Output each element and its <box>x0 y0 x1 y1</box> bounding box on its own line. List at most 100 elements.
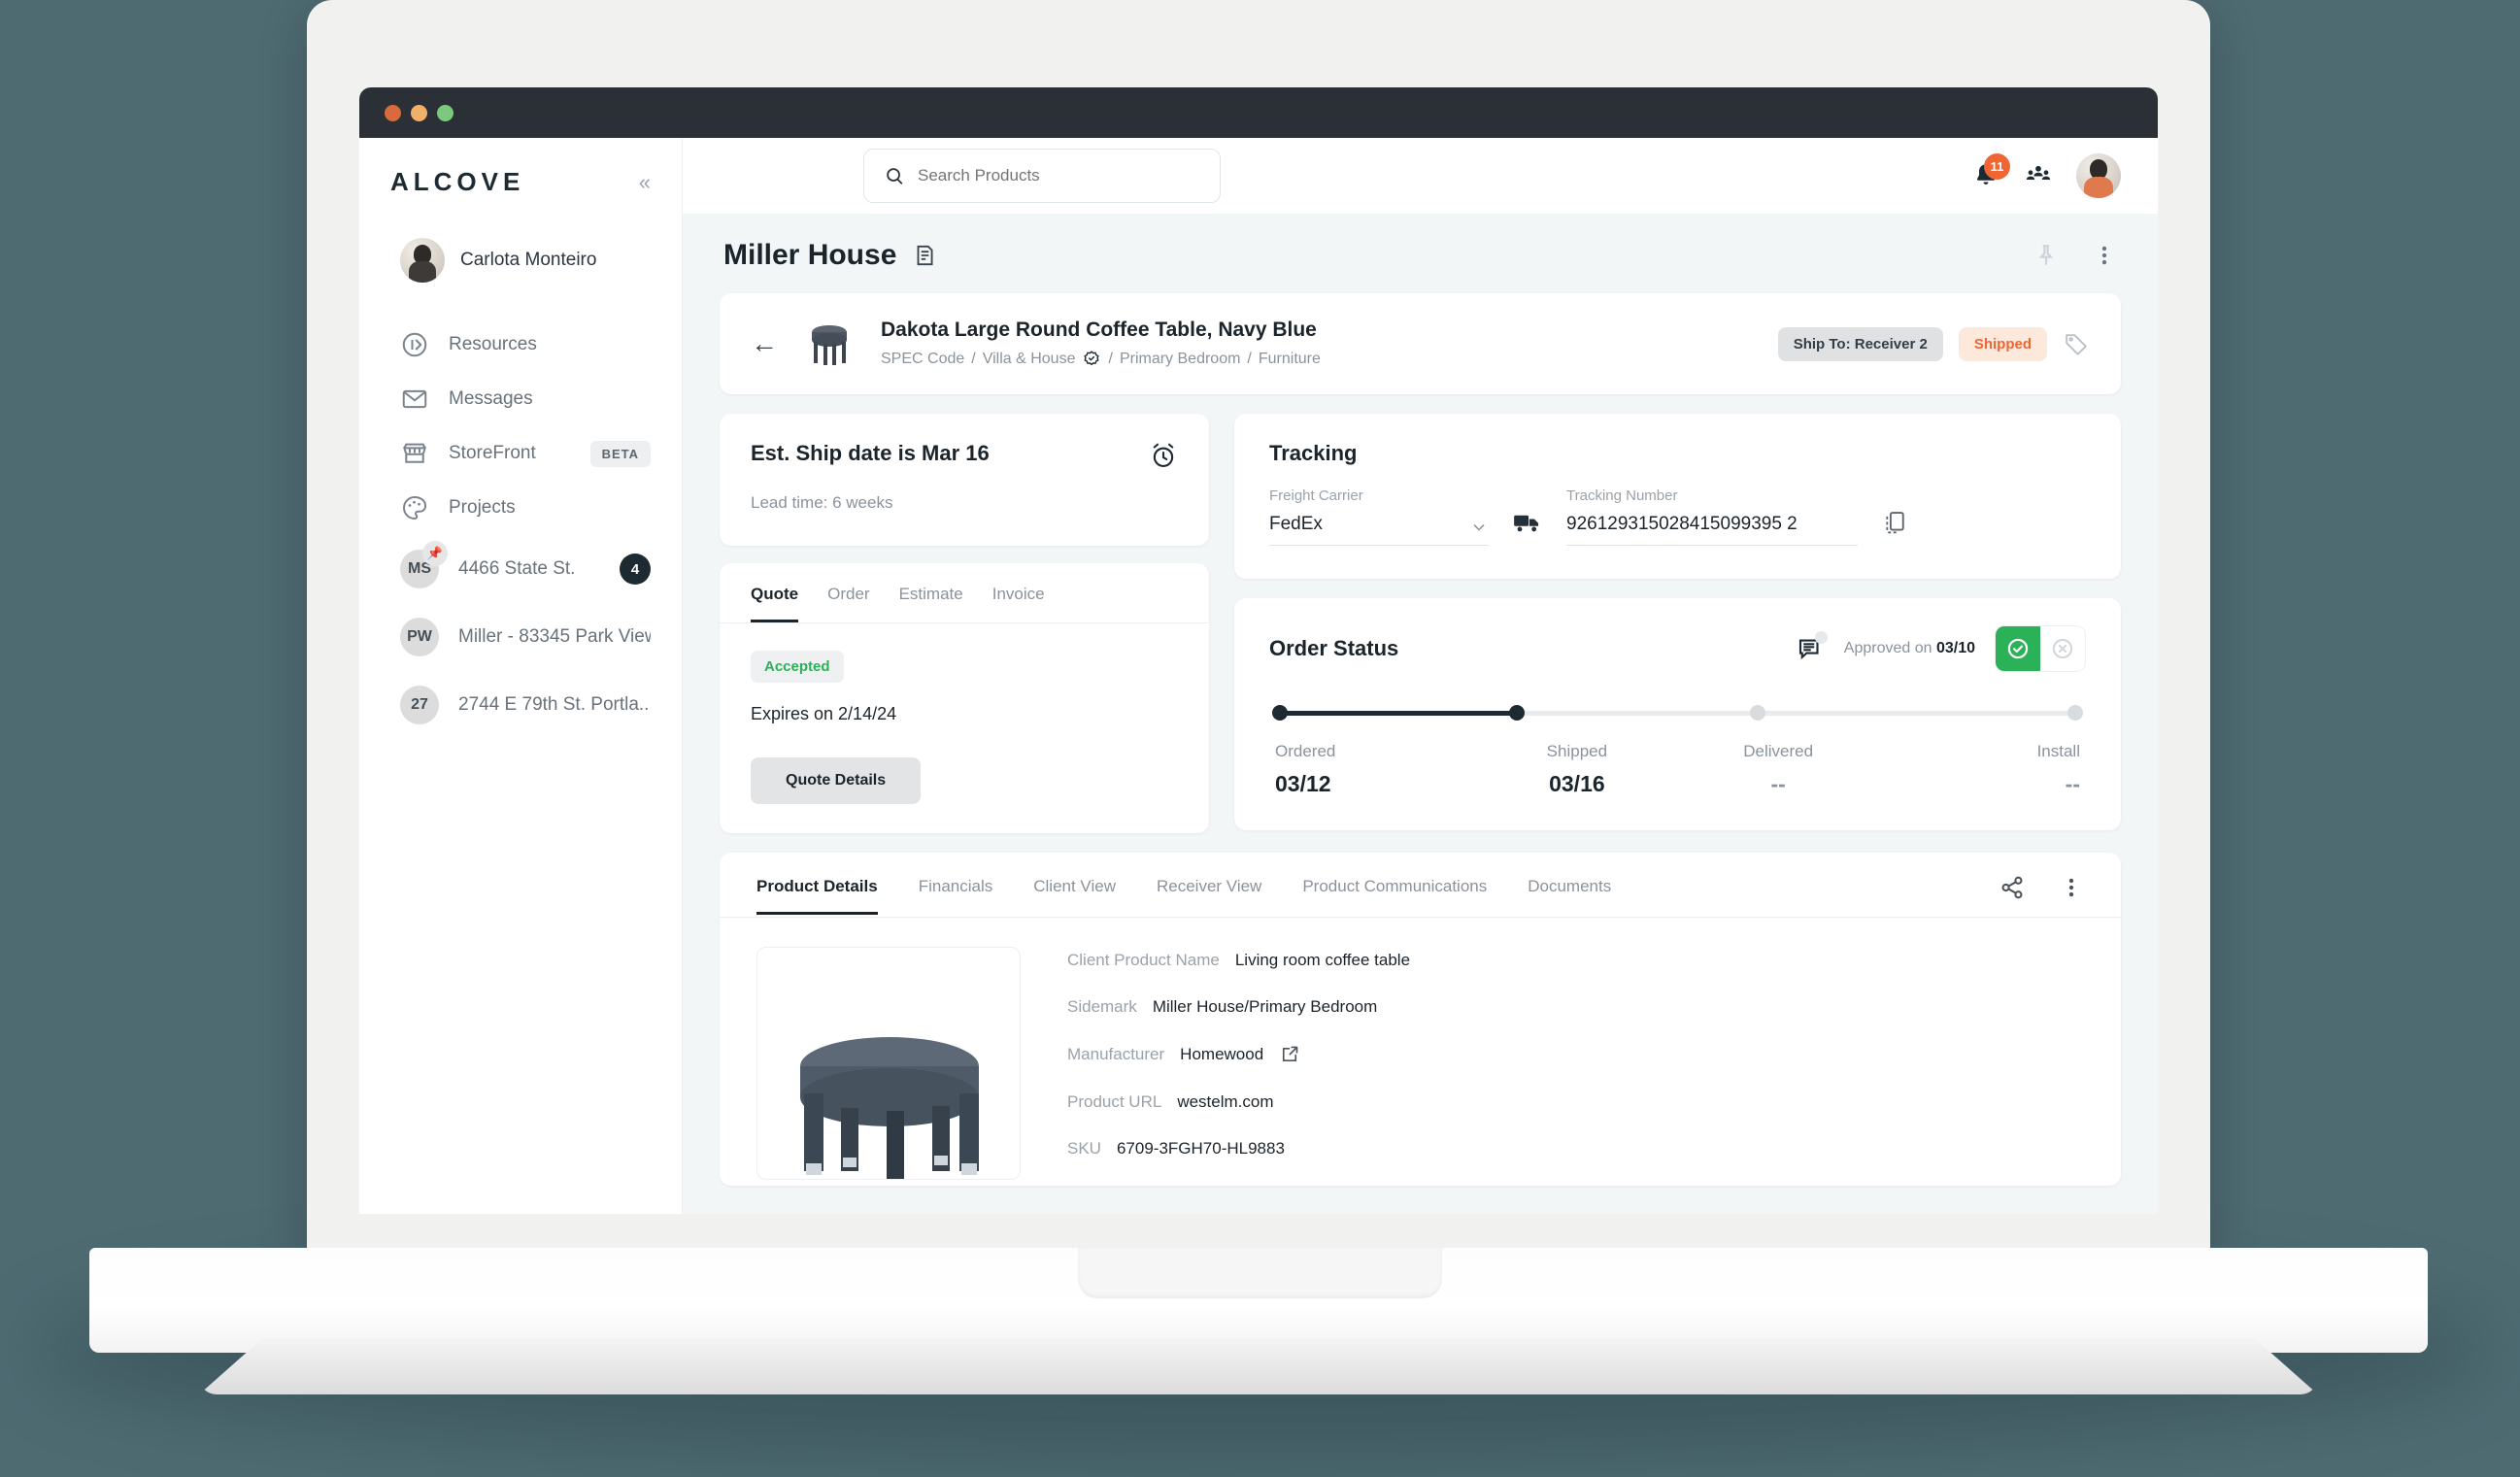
sidebar-project-label: 4466 State St. <box>458 558 600 580</box>
copy-icon[interactable] <box>1881 509 1908 546</box>
alarm-clock-icon[interactable] <box>1149 441 1178 470</box>
tab-order[interactable]: Order <box>827 585 869 622</box>
tab-receiver-view[interactable]: Receiver View <box>1157 877 1261 915</box>
reject-button[interactable] <box>2040 626 2085 671</box>
tab-product-communications[interactable]: Product Communications <box>1302 877 1487 915</box>
more-vertical-icon[interactable] <box>2092 243 2117 268</box>
progress-node-shipped[interactable] <box>1509 705 1525 721</box>
breadcrumb-item-category[interactable]: Furniture <box>1259 351 1321 368</box>
sidebar-user[interactable]: Carlota Monteiro <box>359 197 682 283</box>
breadcrumb-item-vendor[interactable]: Villa & House <box>983 351 1076 368</box>
external-link-icon[interactable] <box>1279 1044 1300 1065</box>
freight-carrier-field: Freight Carrier FedEx <box>1269 487 1489 546</box>
breadcrumb-item-spec-code[interactable]: SPEC Code <box>881 351 964 368</box>
spec-product-url: Product URL westelm.com <box>1067 1092 2084 1112</box>
right-column: Tracking Freight Carrier FedEx <box>1234 414 2121 830</box>
spec-value[interactable]: westelm.com <box>1177 1092 1273 1112</box>
sidebar-item-projects[interactable]: Projects <box>359 481 682 535</box>
truck-icon[interactable] <box>1512 507 1543 546</box>
stage-name: Ordered <box>1275 742 1476 761</box>
tab-financials[interactable]: Financials <box>919 877 993 915</box>
product-title: Dakota Large Round Coffee Table, Navy Bl… <box>881 319 1321 342</box>
envelope-icon <box>400 385 429 414</box>
tracking-number-field: Tracking Number <box>1566 487 1858 546</box>
stage-date: -- <box>1678 771 1879 797</box>
pin-icon[interactable] <box>2033 243 2059 268</box>
ship-date-card: Est. Ship date is Mar 16 Lead time: 6 we… <box>720 414 1209 546</box>
spec-value: Living room coffee table <box>1235 951 1410 970</box>
tag-icon[interactable] <box>2063 330 2090 357</box>
minimize-window-dot[interactable] <box>411 105 427 121</box>
people-icon[interactable] <box>2024 161 2053 190</box>
maximize-window-dot[interactable] <box>437 105 454 121</box>
progress-node-ordered[interactable] <box>1272 705 1288 721</box>
tab-client-view[interactable]: Client View <box>1033 877 1116 915</box>
tracking-number-input[interactable] <box>1566 510 1858 546</box>
comment-lines-icon[interactable] <box>1796 634 1825 663</box>
tab-quote[interactable]: Quote <box>751 585 798 622</box>
quote-status-chip: Accepted <box>751 651 844 683</box>
project-count-badge: 4 <box>620 554 651 585</box>
approval-toggle-group <box>1995 625 2086 672</box>
product-details-tabs: Product Details Financials Client View R… <box>720 853 2121 918</box>
approve-button[interactable] <box>1996 626 2040 671</box>
arrow-left-icon[interactable]: ← <box>751 330 778 357</box>
order-progress: Ordered 03/12 Shipped 03/16 Delivered <box>1269 705 2086 797</box>
quote-tabs: Quote Order Estimate Invoice <box>720 563 1209 623</box>
chevron-double-left-icon[interactable]: « <box>639 170 651 195</box>
note-icon[interactable] <box>912 243 937 268</box>
freight-carrier-select[interactable]: FedEx <box>1269 510 1489 546</box>
spec-sku: SKU 6709-3FGH70-HL9883 <box>1067 1139 2084 1158</box>
search-box[interactable] <box>863 149 1221 203</box>
sidebar-item-storefront[interactable]: StoreFront BETA <box>359 426 682 481</box>
notifications-button[interactable]: 11 <box>1971 161 2000 190</box>
tab-estimate[interactable]: Estimate <box>899 585 963 622</box>
breadcrumb-item-room[interactable]: Primary Bedroom <box>1120 351 1240 368</box>
product-header-card: ← Dakota Large Round C <box>720 293 2121 394</box>
breadcrumb-separator: / <box>1247 351 1251 368</box>
spec-label: Client Product Name <box>1067 951 1220 970</box>
left-column: Est. Ship date is Mar 16 Lead time: 6 we… <box>720 414 1209 833</box>
stage-shipped: Shipped 03/16 <box>1476 742 1677 797</box>
spec-label: SKU <box>1067 1139 1101 1158</box>
sidebar-item-resources[interactable]: Resources <box>359 318 682 372</box>
product-spec-list: Client Product Name Living room coffee t… <box>1067 947 2084 1186</box>
sidebar-item-label: StoreFront <box>449 443 571 464</box>
spec-manufacturer: Manufacturer Homewood <box>1067 1044 2084 1065</box>
tab-documents[interactable]: Documents <box>1528 877 1611 915</box>
ship-date-title: Est. Ship date is Mar 16 <box>751 441 990 466</box>
tab-product-details[interactable]: Product Details <box>756 877 878 915</box>
chevron-down-icon <box>1469 518 1489 537</box>
stage-install: Install -- <box>1879 742 2080 797</box>
sidebar-project-miller-park-view[interactable]: PW Miller - 83345 Park View <box>359 603 682 671</box>
progress-node-install[interactable] <box>2067 705 2083 721</box>
product-image[interactable] <box>756 947 1021 1180</box>
quote-body: Accepted Expires on 2/14/24 Quote Detail… <box>720 623 1209 804</box>
more-vertical-icon[interactable] <box>2059 875 2084 900</box>
order-status-title: Order Status <box>1269 636 1398 661</box>
tab-invoice[interactable]: Invoice <box>992 585 1045 622</box>
search-input[interactable] <box>918 166 1200 185</box>
tracking-number-label: Tracking Number <box>1566 487 1858 504</box>
product-details-body: Client Product Name Living room coffee t… <box>720 918 2121 1186</box>
quote-details-button[interactable]: Quote Details <box>751 757 921 804</box>
sidebar-project-label: 2744 E 79th St. Portla... <box>458 694 651 716</box>
progress-node-delivered[interactable] <box>1750 705 1765 721</box>
share-icon[interactable] <box>1999 874 2026 901</box>
sidebar-item-messages[interactable]: Messages <box>359 372 682 426</box>
pin-icon: 📌 <box>422 541 448 566</box>
spec-label: Sidemark <box>1067 997 1137 1017</box>
freight-carrier-value: FedEx <box>1269 510 1469 545</box>
sidebar-project-2744-e-79th-st[interactable]: 27 2744 E 79th St. Portla... <box>359 671 682 739</box>
topbar: 11 <box>683 138 2158 214</box>
order-status-header: Order Status <box>1269 625 2086 672</box>
sidebar-project-4466-state-st[interactable]: MS 📌 4466 State St. 4 <box>359 535 682 603</box>
sidebar-item-label: Messages <box>449 388 651 410</box>
close-window-dot[interactable] <box>385 105 401 121</box>
app-shell: ALCOVE « Carlota Monteiro Resources <box>359 138 2158 1214</box>
product-header-badges: Ship To: Receiver 2 Shipped <box>1778 327 2090 361</box>
sidebar-item-label: Projects <box>449 497 651 519</box>
spec-value: Miller House/Primary Bedroom <box>1153 997 1377 1017</box>
ship-to-badge[interactable]: Ship To: Receiver 2 <box>1778 327 1943 361</box>
user-avatar-button[interactable] <box>2076 153 2121 198</box>
